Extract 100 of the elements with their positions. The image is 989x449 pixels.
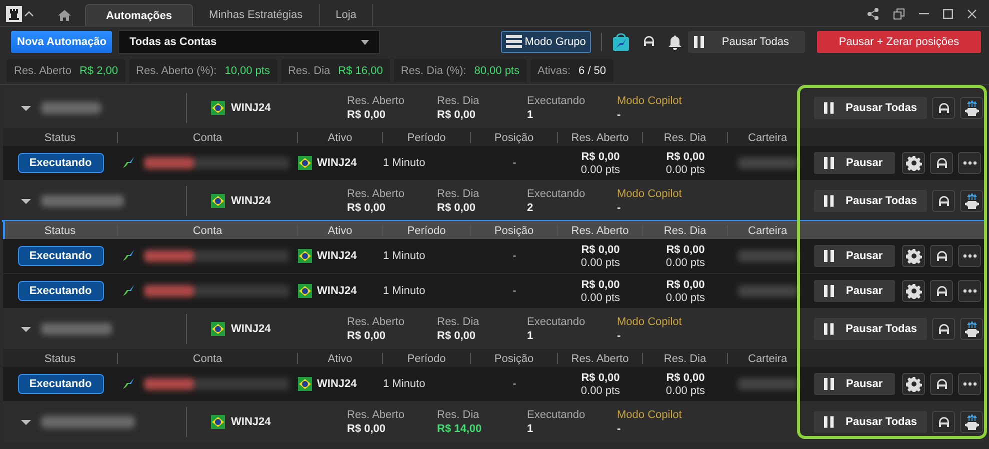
status-button[interactable]: Executando (18, 246, 104, 266)
column-header[interactable]: Res. Dia (643, 352, 728, 364)
tab[interactable]: Minhas Estratégias (193, 4, 320, 26)
pause-all-button[interactable]: Pausar Todas (688, 31, 805, 53)
stat-label: Res. Dia (437, 409, 480, 421)
automation-row[interactable]: Executando WINJ24 1 Minuto - R$ 0,00 0.00 pts R$ 0,00 0.00 pts Pausar (3, 239, 986, 274)
bell-icon[interactable] (668, 34, 682, 50)
helmet-icon (936, 194, 950, 208)
group-settings-button[interactable] (960, 318, 983, 340)
expand-icon[interactable] (21, 198, 31, 204)
column-header[interactable]: Posição (471, 132, 558, 142)
column-header[interactable]: Ativo (298, 132, 383, 142)
column-header[interactable]: Período (383, 132, 471, 142)
account-select[interactable]: Todas as Contas (118, 30, 380, 54)
stat-label: Executando (527, 409, 586, 421)
automation-row[interactable]: Executando WINJ24 1 Minuto - R$ 0,00 0.00 pts R$ 0,00 0.00 pts Pausar (3, 367, 986, 402)
pause-button[interactable]: Pausar (814, 373, 895, 395)
pause-button[interactable]: Pausar (814, 152, 895, 174)
column-header[interactable]: Período (383, 224, 471, 236)
pause-all-button[interactable]: Pausar Todas (814, 97, 927, 119)
column-header[interactable]: Res. Dia (643, 132, 728, 142)
expand-icon[interactable] (21, 326, 31, 332)
copilot-button[interactable] (932, 97, 955, 119)
automation-row[interactable]: Executando WINJ24 1 Minuto - R$ 0,00 0.00 pts R$ 0,00 0.00 pts Pausar (3, 274, 986, 309)
stat-value: R$ 0,00 (437, 202, 477, 214)
expand-icon[interactable] (21, 106, 31, 110)
pause-button[interactable]: Pausar (814, 245, 895, 267)
group-mode-button[interactable]: Modo Grupo (500, 31, 591, 53)
status-button[interactable]: Executando (18, 153, 104, 173)
maximize-icon[interactable] (943, 9, 953, 19)
settings-button[interactable] (902, 280, 925, 302)
column-header[interactable]: Status (3, 352, 118, 364)
column-header[interactable]: Res. Aberto (558, 132, 643, 142)
stat-label: Executando (527, 188, 586, 200)
logo-icon[interactable] (6, 6, 22, 22)
result-points: 0.00 pts (666, 256, 706, 268)
settings-button[interactable] (902, 152, 925, 174)
pause-button[interactable]: Pausar (814, 280, 895, 302)
tab[interactable]: Loja (320, 4, 374, 26)
pause-reset-button[interactable]: Pausar + Zerar posições (817, 31, 981, 53)
stat-value: R$ 0,00 (437, 330, 477, 342)
column-header[interactable]: Carteira (728, 224, 808, 236)
column-header[interactable]: Carteira (728, 352, 808, 364)
summary-value: R$ 2,00 (79, 64, 118, 76)
tab[interactable]: Automações (85, 4, 194, 26)
stat-value: - (617, 330, 622, 342)
column-header[interactable]: Conta (118, 352, 298, 364)
more-icon (962, 161, 976, 165)
copilot-button[interactable] (932, 190, 955, 212)
column-header[interactable]: Res. Aberto (558, 352, 643, 364)
settings-button[interactable] (902, 245, 925, 267)
close-icon[interactable] (967, 9, 977, 19)
result-points: 0.00 pts (580, 384, 620, 396)
share-icon[interactable] (867, 8, 879, 20)
new-automation-button[interactable]: Nova Automação (11, 31, 112, 53)
pause-all-button[interactable]: Pausar Todas (814, 411, 927, 433)
result-value: R$ 0,00 (581, 244, 620, 256)
copilot-button[interactable] (930, 152, 953, 174)
chevron-up-icon[interactable] (24, 11, 34, 17)
column-header[interactable]: Posição (471, 224, 558, 236)
group-settings-button[interactable] (960, 411, 983, 433)
blurred-wallet (738, 378, 798, 390)
copilot-button[interactable] (932, 318, 955, 340)
copilot-button[interactable] (930, 245, 953, 267)
position-cell-text: - (512, 285, 518, 297)
column-header[interactable]: Período (383, 352, 471, 364)
column-header[interactable]: Conta (118, 224, 298, 236)
column-header[interactable]: Res. Aberto (558, 224, 643, 236)
settings-button[interactable] (902, 373, 925, 395)
pause-all-button[interactable]: Pausar Todas (814, 318, 927, 340)
group-settings-button[interactable] (960, 190, 983, 212)
pause-all-button[interactable]: Pausar Todas (814, 190, 927, 212)
column-header[interactable]: Status (3, 132, 118, 142)
column-header[interactable]: Status (3, 224, 118, 236)
column-header[interactable]: Conta (118, 132, 298, 142)
status-button[interactable]: Executando (18, 374, 104, 394)
column-header[interactable]: Carteira (728, 132, 808, 142)
column-header[interactable]: Posição (471, 352, 558, 364)
stat-value: - (617, 423, 622, 435)
period-cell-text: 1 Minuto (383, 157, 426, 169)
more-button[interactable] (958, 245, 981, 267)
restore-icon[interactable] (893, 8, 905, 20)
expand-icon[interactable] (21, 420, 31, 424)
result-points: 0.00 pts (580, 256, 620, 268)
home-icon[interactable] (58, 10, 71, 21)
column-header[interactable]: Res. Dia (643, 224, 728, 236)
more-button[interactable] (958, 373, 981, 395)
automation-row[interactable]: Executando WINJ24 1 Minuto - R$ 0,00 0.00 pts R$ 0,00 0.00 pts Pausar (3, 146, 986, 181)
copilot-button[interactable] (930, 280, 953, 302)
minimize-icon[interactable] (919, 13, 929, 15)
column-header[interactable]: Ativo (298, 352, 383, 364)
status-button[interactable]: Executando (18, 281, 104, 301)
group-settings-button[interactable] (960, 97, 983, 119)
column-header[interactable]: Ativo (298, 224, 383, 236)
copilot-button[interactable] (930, 373, 953, 395)
copilot-button[interactable] (932, 411, 955, 433)
more-button[interactable] (958, 280, 981, 302)
more-button[interactable] (958, 152, 981, 174)
result-points: 0.00 pts (580, 292, 620, 304)
bag-icon[interactable] (612, 33, 630, 51)
